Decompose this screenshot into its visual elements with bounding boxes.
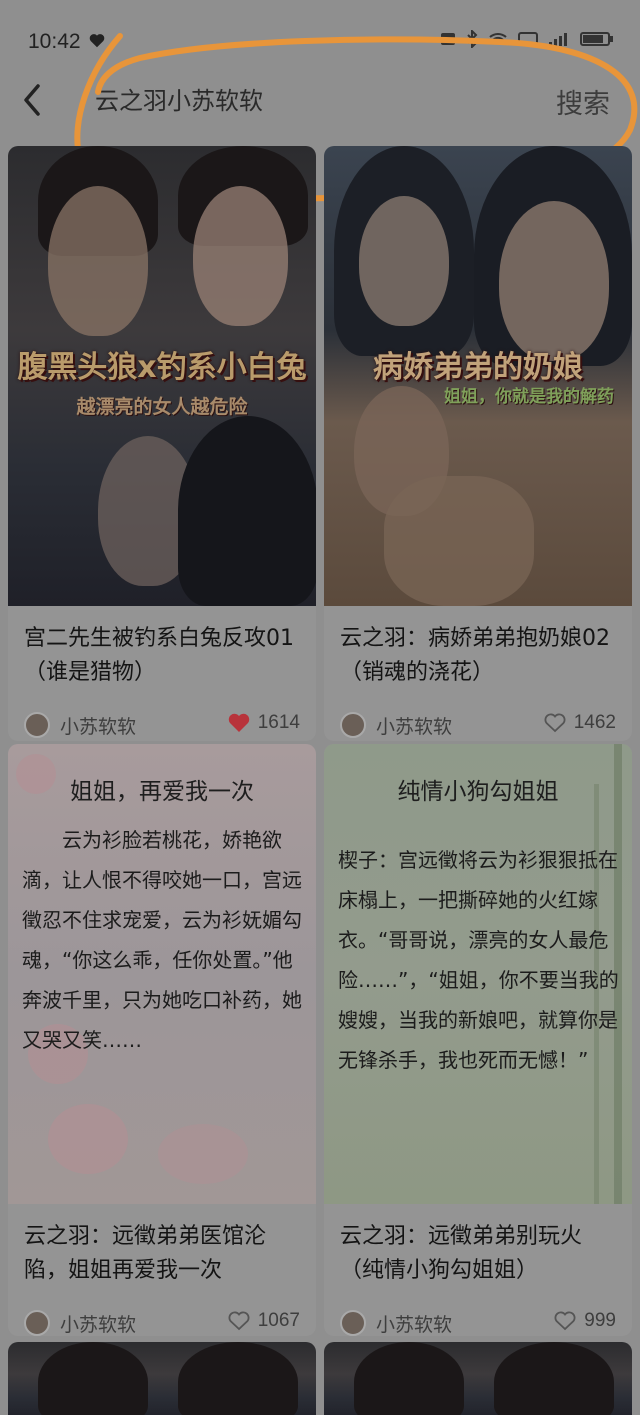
battery-icon xyxy=(580,32,613,46)
heart-outline-icon xyxy=(228,1311,250,1331)
like-count: 999 xyxy=(584,1310,616,1331)
like-button[interactable]: 1614 xyxy=(228,712,300,734)
like-count: 1462 xyxy=(573,712,616,733)
card-title[interactable]: 云之羽：病娇弟弟抱奶娘02（销魂的浇花） xyxy=(324,606,632,706)
notification-icon xyxy=(441,33,455,45)
cover-image: 纯情小狗勾姐姐 楔子：宫远徵将云为衫狠狠抵在床榻上，一把撕碎她的火红嫁衣。“哥哥… xyxy=(324,744,632,1204)
bluetooth-icon xyxy=(467,30,478,48)
like-count: 1614 xyxy=(257,712,300,733)
health-heart-icon xyxy=(89,34,105,48)
video-card[interactable]: 纯情小狗勾姐姐 楔子：宫远徵将云为衫狠狠抵在床榻上，一把撕碎她的火红嫁衣。“哥哥… xyxy=(324,744,632,1336)
cover-image: 病娇弟弟的奶娘 姐姐，你就是我的解药 xyxy=(324,146,632,606)
like-button[interactable]: 1067 xyxy=(228,1310,300,1332)
search-button[interactable]: 搜索 xyxy=(556,82,610,121)
like-count: 1067 xyxy=(257,1310,300,1331)
back-arrow-icon[interactable] xyxy=(18,82,48,118)
signal-icon xyxy=(549,33,567,46)
author-name[interactable]: 小苏软软 xyxy=(376,712,452,739)
cover-subtitle: 姐姐，你就是我的解药 xyxy=(444,387,614,407)
search-header: 搜索 xyxy=(0,70,640,134)
card-footer: 小苏软软 999 xyxy=(324,1304,632,1336)
avatar[interactable] xyxy=(340,712,366,738)
card-title[interactable]: 云之羽：远徵弟弟医馆沦陷，姐姐再爱我一次 xyxy=(8,1204,316,1304)
hd-icon xyxy=(518,32,538,46)
cover-poem-title: 姐姐，再爱我一次 xyxy=(70,779,254,805)
status-time: 10:42 xyxy=(28,30,81,53)
wifi-icon xyxy=(489,33,507,44)
cover-title: 病娇弟弟的奶娘 xyxy=(373,350,583,385)
card-footer: 小苏软软 1067 xyxy=(8,1304,316,1336)
video-card[interactable] xyxy=(324,1342,632,1415)
heart-outline-icon xyxy=(554,1311,576,1331)
status-bar: 10:42 xyxy=(0,0,640,80)
video-card[interactable]: 病娇弟弟的奶娘 姐姐，你就是我的解药 云之羽：病娇弟弟抱奶娘02（销魂的浇花） … xyxy=(324,146,632,741)
card-title[interactable]: 宫二先生被钓系白兔反攻01（谁是猎物） xyxy=(8,606,316,706)
cover-poem-title: 纯情小狗勾姐姐 xyxy=(397,779,559,805)
heart-filled-icon xyxy=(228,713,249,732)
cover-image: 腹黑头狼x钓系小白兔 越漂亮的女人越危险 xyxy=(8,146,316,606)
author-name[interactable]: 小苏软软 xyxy=(60,1310,136,1336)
cover-poem-text: 云为衫脸若桃花，娇艳欲滴，让人恨不得咬她一口，宫远徵忍不住求宠爱，云为衫妩媚勾魂… xyxy=(22,828,302,1052)
like-button[interactable]: 999 xyxy=(554,1310,616,1332)
card-footer: 小苏软软 1614 xyxy=(8,706,316,741)
cover-poem-text: 楔子：宫远徵将云为衫狠狠抵在床榻上，一把撕碎她的火红嫁衣。“哥哥说，漂亮的女人最… xyxy=(338,848,619,1072)
card-title[interactable]: 云之羽：远徵弟弟别玩火（纯情小狗勾姐姐） xyxy=(324,1204,632,1304)
video-card[interactable]: 腹黑头狼x钓系小白兔 越漂亮的女人越危险 宫二先生被钓系白兔反攻01（谁是猎物）… xyxy=(8,146,316,741)
author-name[interactable]: 小苏软软 xyxy=(376,1310,452,1336)
video-card[interactable]: 姐姐，再爱我一次 云为衫脸若桃花，娇艳欲滴，让人恨不得咬她一口，宫远徵忍不住求宠… xyxy=(8,744,316,1336)
cover-subtitle: 越漂亮的女人越危险 xyxy=(76,396,248,418)
cover-image: 姐姐，再爱我一次 云为衫脸若桃花，娇艳欲滴，让人恨不得咬她一口，宫远徵忍不住求宠… xyxy=(8,744,316,1204)
cover-title: 腹黑头狼x钓系小白兔 xyxy=(17,350,307,385)
like-button[interactable]: 1462 xyxy=(544,712,616,734)
avatar[interactable] xyxy=(24,712,50,738)
author-name[interactable]: 小苏软软 xyxy=(60,712,136,739)
status-icons xyxy=(440,30,614,48)
avatar[interactable] xyxy=(24,1310,50,1336)
card-footer: 小苏软软 1462 xyxy=(324,706,632,741)
search-input[interactable] xyxy=(95,84,515,112)
heart-outline-icon xyxy=(544,713,566,733)
avatar[interactable] xyxy=(340,1310,366,1336)
video-card[interactable] xyxy=(8,1342,316,1415)
